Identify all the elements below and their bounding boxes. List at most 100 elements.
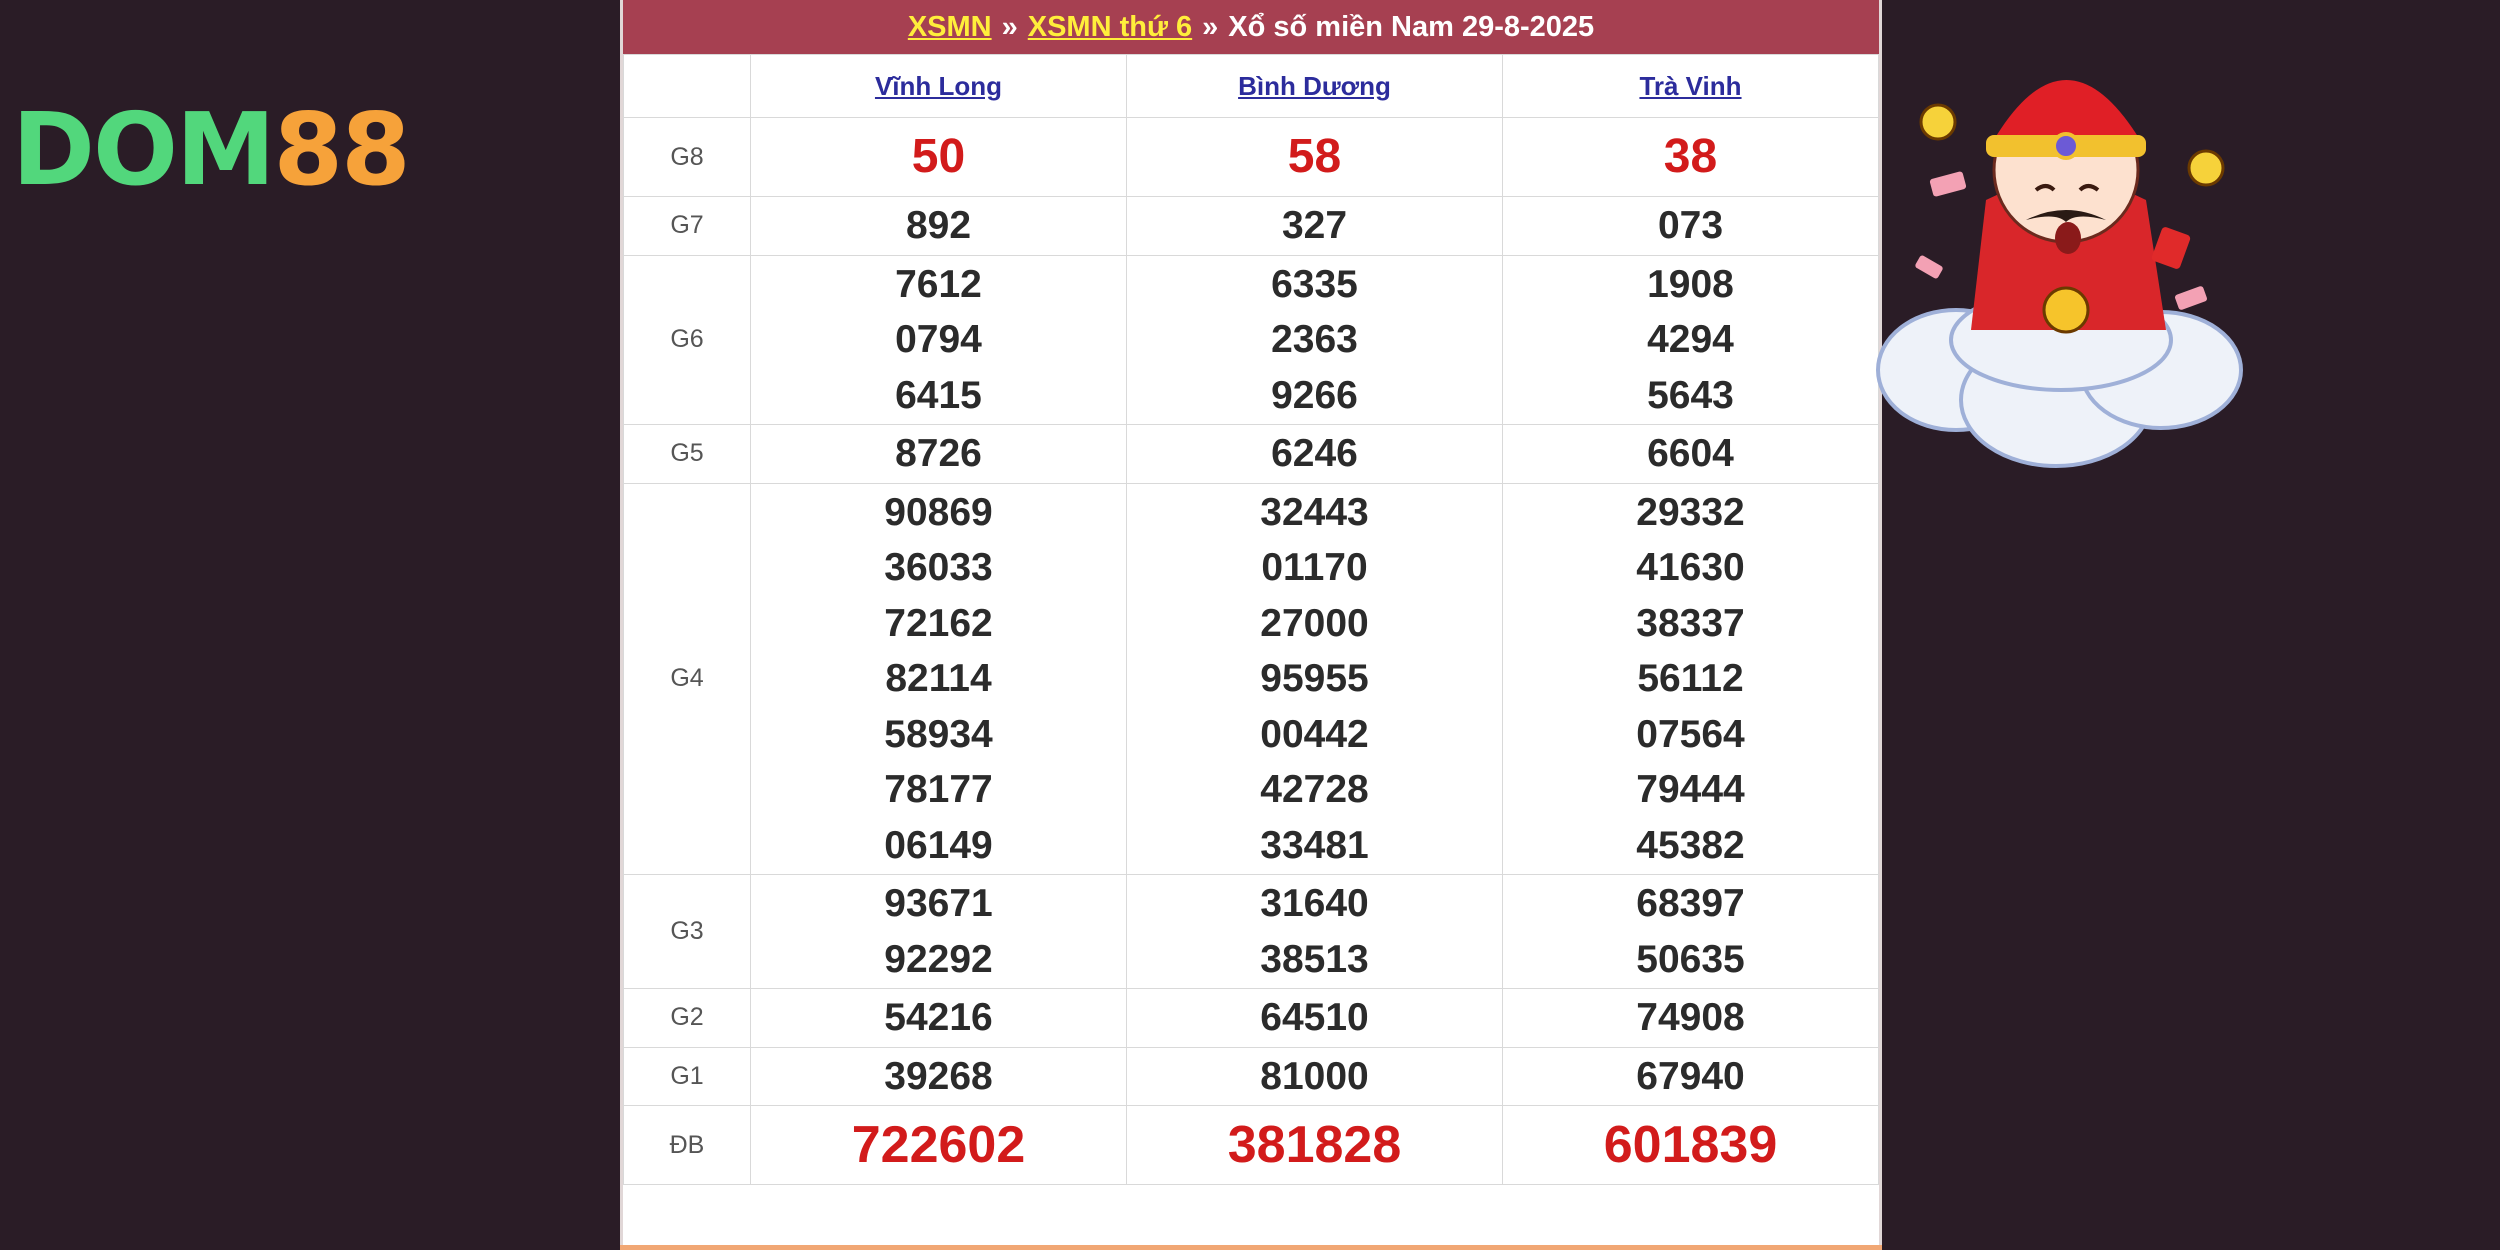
- results-panel: XSMN » XSMN thứ 6 » Xổ số miền Nam 29-8-…: [620, 0, 1882, 1250]
- result-number: 68397: [1636, 882, 1745, 925]
- result-number: 07564: [1636, 712, 1745, 756]
- breadcrumb-xsmn-link[interactable]: XSMN: [908, 11, 992, 44]
- breadcrumb-xsmn-thu6-link[interactable]: XSMN thứ 6: [1028, 11, 1192, 44]
- result-number: 381828: [1227, 1116, 1402, 1174]
- result-number: 8726: [895, 432, 982, 475]
- prize-label-header: [623, 54, 751, 118]
- result-number: 39268: [884, 1054, 993, 1098]
- result-cell: 74908: [1502, 988, 1879, 1048]
- result-number: 892: [905, 204, 972, 247]
- result-cell: 50: [750, 117, 1127, 197]
- result-cell: 722602: [750, 1105, 1127, 1185]
- result-number: 4294: [1647, 318, 1734, 361]
- result-number: 50: [911, 130, 966, 183]
- result-number: 29332: [1636, 490, 1745, 534]
- prize-label: G1: [623, 1046, 751, 1106]
- result-number: 82114: [885, 657, 992, 700]
- result-number: 64510: [1260, 996, 1369, 1039]
- prize-label: G2: [623, 988, 751, 1048]
- result-number: 6246: [1271, 432, 1358, 475]
- result-cell: 6246: [1126, 424, 1503, 484]
- prize-row-g7: G7 892 327 073: [623, 196, 1879, 256]
- result-number: 01170: [1261, 546, 1368, 589]
- result-cell: 38: [1502, 117, 1879, 197]
- result-cell: 6604: [1502, 424, 1879, 484]
- results-body: G8 50 58 38 G7 892 327 073 G6 7612 0794 6415 6335 236…: [623, 117, 1879, 1185]
- result-cell: 8726: [750, 424, 1127, 484]
- result-number: 36033: [884, 546, 993, 589]
- page-title: Xổ số miền Nam 29-8-2025: [1228, 10, 1595, 43]
- result-number: 45382: [1636, 823, 1745, 867]
- result-cell: 892: [750, 196, 1127, 256]
- result-cell: 32443 01170 27000 95955 00442 42728 33481: [1126, 482, 1503, 875]
- result-number: 5643: [1647, 373, 1734, 417]
- result-number: 073: [1657, 204, 1724, 247]
- result-number: 0794: [895, 318, 982, 361]
- result-number: 74908: [1636, 996, 1745, 1039]
- result-number: 31640: [1260, 882, 1369, 925]
- result-cell: 90869 36033 72162 82114 58934 78177 06149: [750, 482, 1127, 875]
- result-number: 54216: [884, 996, 993, 1039]
- result-cell: 381828: [1126, 1105, 1503, 1185]
- logo-part-dom: DOM: [12, 91, 276, 208]
- result-number: 2363: [1271, 318, 1358, 361]
- result-cell: 601839: [1502, 1105, 1879, 1185]
- prize-label: G7: [623, 196, 751, 256]
- prize-label: G3: [623, 874, 751, 989]
- prize-label: G5: [623, 424, 751, 484]
- breadcrumb-separator: »: [1001, 10, 1018, 43]
- result-cell: 29332 41630 38337 56112 07564 79444 45382: [1502, 482, 1879, 875]
- prize-row-g6: G6 7612 0794 6415 6335 2363 9266 1908 4294 5643: [623, 254, 1879, 425]
- result-number: 27000: [1260, 601, 1369, 645]
- result-number: 58: [1287, 130, 1342, 183]
- result-number: 42728: [1260, 768, 1369, 811]
- prize-label: G4: [623, 482, 751, 875]
- result-number: 6604: [1647, 432, 1734, 475]
- result-number: 9266: [1271, 373, 1358, 417]
- prize-row-g5: G5 8726 6246 6604: [623, 424, 1879, 484]
- result-number: 79444: [1636, 768, 1745, 811]
- province-header-row: Vĩnh Long Bình Dương Trà Vinh: [623, 54, 1879, 118]
- result-number: 95955: [1260, 657, 1369, 700]
- logo-part-88: 88: [273, 91, 411, 208]
- panel-bottom-border: [620, 1245, 1882, 1250]
- result-number: 6415: [895, 373, 982, 417]
- breadcrumb: XSMN » XSMN thứ 6 » Xổ số miền Nam 29-8-…: [623, 0, 1879, 54]
- result-number: 601839: [1603, 1116, 1778, 1174]
- prize-row-g3: G3 93671 92292 31640 38513 68397 50635: [623, 874, 1879, 989]
- result-number: 06149: [884, 823, 993, 867]
- prize-label: G6: [623, 254, 751, 425]
- result-cell: 81000: [1126, 1046, 1503, 1106]
- result-cell: 68397 50635: [1502, 874, 1879, 989]
- result-number: 7612: [895, 262, 982, 306]
- province-link-binh-duong[interactable]: Bình Dương: [1238, 71, 1391, 101]
- result-number: 00442: [1260, 712, 1369, 756]
- result-number: 72162: [884, 601, 993, 645]
- result-number: 32443: [1260, 490, 1369, 534]
- result-cell: 1908 4294 5643: [1502, 254, 1879, 425]
- prize-label: G8: [623, 117, 751, 197]
- result-number: 38513: [1260, 937, 1369, 981]
- result-number: 722602: [851, 1116, 1026, 1174]
- result-cell: 31640 38513: [1126, 874, 1503, 989]
- province-header: Trà Vinh: [1502, 54, 1879, 118]
- results-table: Vĩnh Long Bình Dương Trà Vinh G8 50 58 38 G7…: [623, 54, 1879, 1185]
- result-number: 6335: [1271, 262, 1358, 306]
- result-number: 67940: [1636, 1054, 1745, 1098]
- result-cell: 64510: [1126, 988, 1503, 1048]
- result-cell: 073: [1502, 196, 1879, 256]
- prize-label: ĐB: [623, 1105, 751, 1185]
- result-number: 50635: [1636, 937, 1745, 981]
- prize-row-g8: G8 50 58 38: [623, 117, 1879, 197]
- result-number: 58934: [884, 712, 993, 756]
- result-number: 93671: [884, 882, 993, 925]
- province-link-vinh-long[interactable]: Vĩnh Long: [875, 71, 1002, 101]
- result-number: 41630: [1636, 546, 1745, 589]
- result-cell: 67940: [1502, 1046, 1879, 1106]
- result-number: 56112: [1637, 657, 1744, 700]
- province-link-tra-vinh[interactable]: Trà Vinh: [1639, 71, 1741, 101]
- result-number: 92292: [884, 937, 993, 981]
- prize-row-g1: G1 39268 81000 67940: [623, 1046, 1879, 1106]
- result-cell: 327: [1126, 196, 1503, 256]
- result-number: 33481: [1260, 823, 1369, 867]
